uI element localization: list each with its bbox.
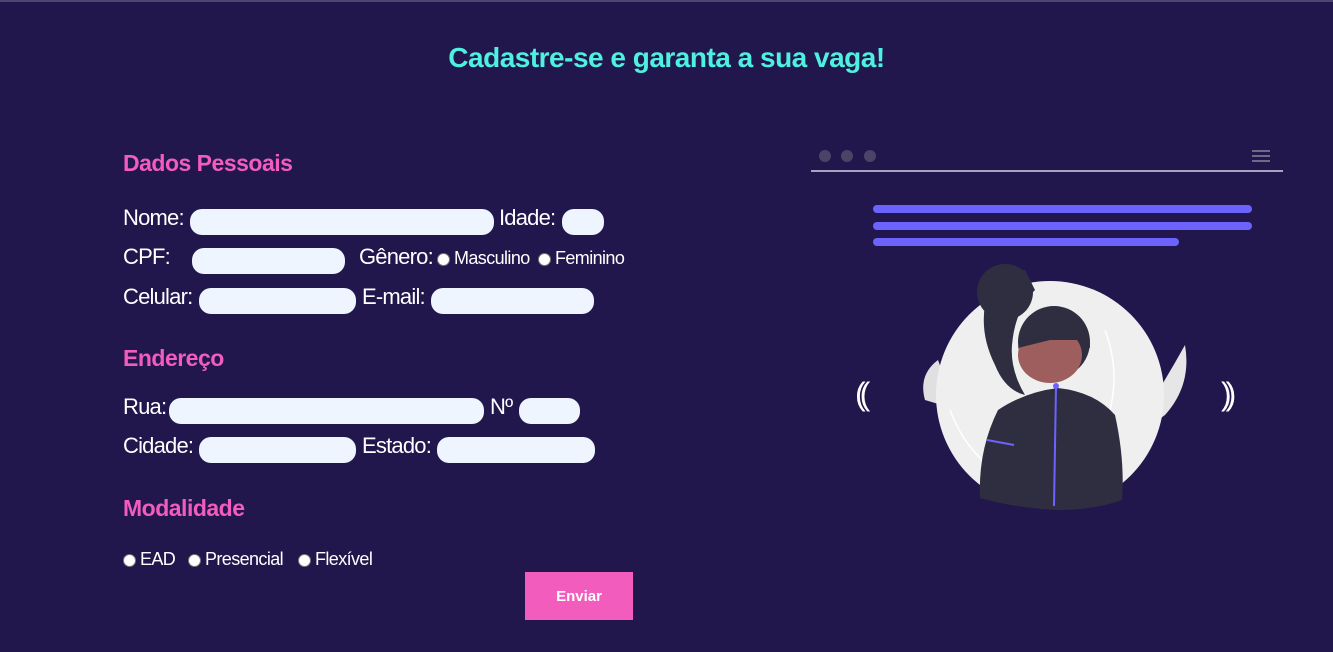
label-idade: Idade: (499, 205, 556, 230)
label-nome: Nome: (123, 205, 185, 230)
signup-illustration (811, 150, 1283, 510)
carousel-next-button[interactable]: )) (1221, 376, 1237, 413)
radio-flexivel[interactable] (298, 554, 311, 567)
cidade-input[interactable] (199, 437, 356, 463)
radio-presencial[interactable] (188, 554, 201, 567)
label-cidade: Cidade: (123, 433, 194, 458)
submit-button[interactable]: Enviar (525, 572, 633, 620)
estado-input[interactable] (437, 437, 595, 463)
label-cpf: CPF: (123, 244, 171, 269)
browser-window-icon (811, 150, 1283, 172)
numero-input[interactable] (519, 398, 580, 424)
section-title-address: Endereço (123, 345, 224, 371)
rua-input[interactable] (169, 398, 484, 424)
celular-input[interactable] (199, 288, 356, 314)
label-flexivel: Flexível (315, 549, 373, 569)
radio-masculino[interactable] (437, 253, 450, 266)
carousel-prev-button[interactable]: (( (855, 376, 871, 413)
top-border (0, 0, 1333, 2)
page-title: Cadastre-se e garanta a sua vaga! (448, 42, 885, 73)
label-celular: Celular: (123, 284, 193, 309)
email-input[interactable] (431, 288, 594, 314)
label-presencial: Presencial (205, 549, 284, 569)
radio-feminino[interactable] (538, 253, 551, 266)
label-masculino: Masculino (454, 248, 530, 268)
idade-input[interactable] (562, 209, 604, 235)
section-title-modality: Modalidade (123, 495, 245, 521)
label-rua: Rua: (123, 394, 167, 419)
label-feminino: Feminino (555, 248, 625, 268)
label-email: E-mail: (362, 284, 426, 309)
nome-input[interactable] (190, 209, 494, 235)
cpf-input[interactable] (192, 248, 345, 274)
woman-avatar (923, 264, 1187, 510)
label-numero: Nº (490, 394, 513, 419)
label-estado: Estado: (362, 433, 432, 458)
radio-ead[interactable] (123, 554, 136, 567)
label-genero: Gênero: (359, 244, 434, 269)
text-lines-graphic (873, 205, 1252, 246)
label-ead: EAD (140, 549, 176, 569)
section-title-personal: Dados Pessoais (123, 150, 293, 176)
